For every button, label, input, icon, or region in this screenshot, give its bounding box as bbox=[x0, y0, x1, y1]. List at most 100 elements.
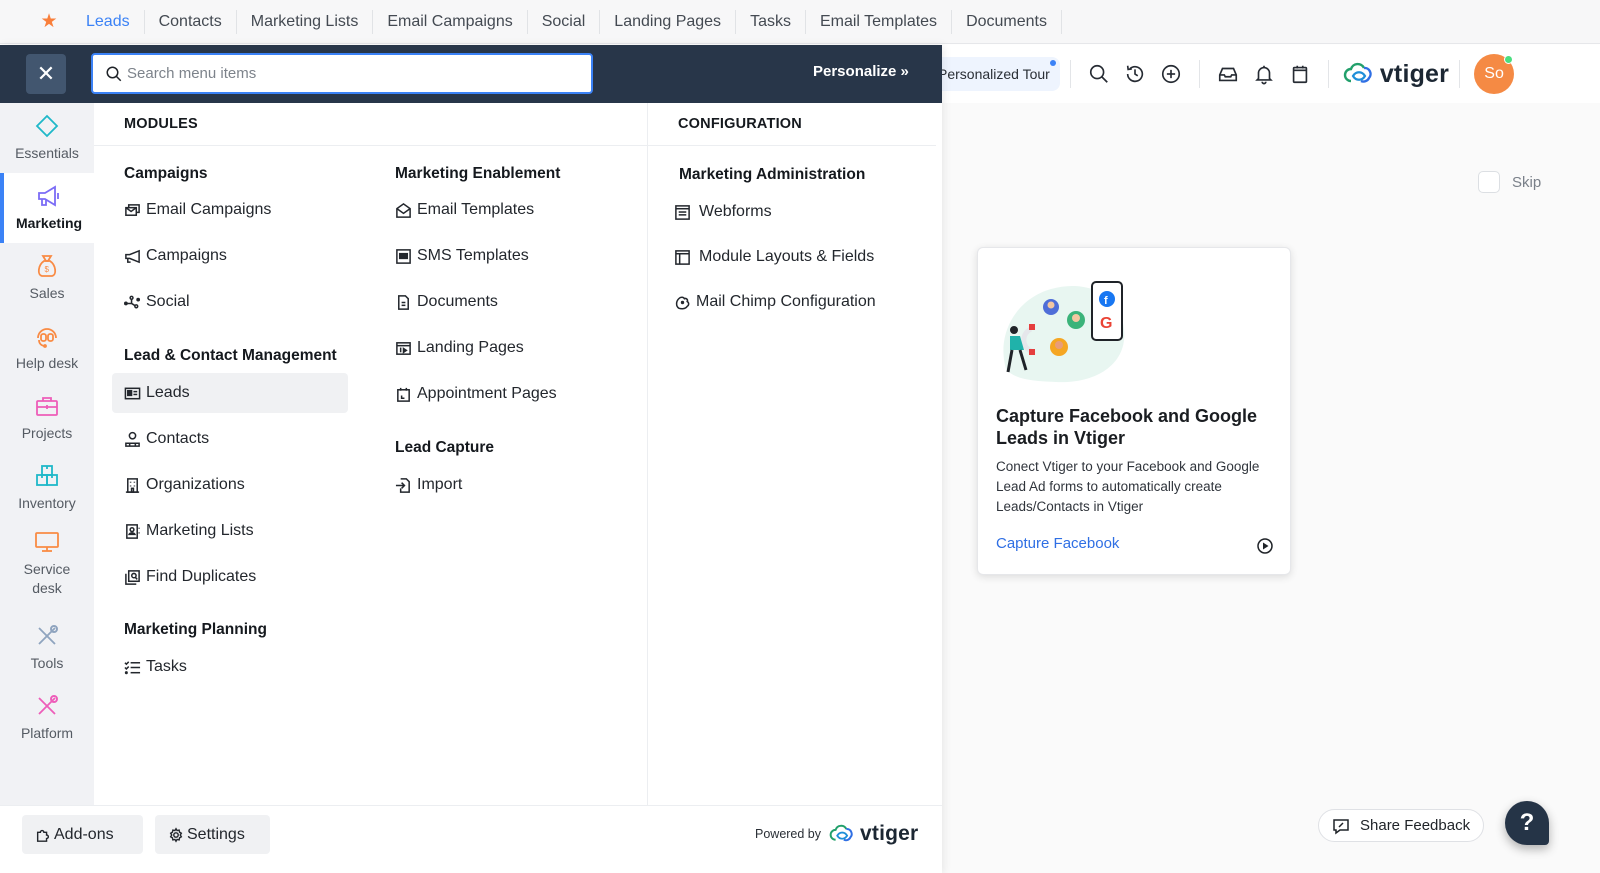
group-title-marketing-administration: Marketing Administration bbox=[679, 166, 866, 183]
menu-item-webforms[interactable]: Webforms bbox=[674, 192, 772, 232]
powered-by: Powered by vtiger bbox=[755, 822, 918, 846]
mailchimp-icon bbox=[675, 296, 690, 309]
configuration-header-divider bbox=[648, 145, 936, 146]
svg-text:f: f bbox=[1104, 295, 1108, 307]
menu-item-campaigns[interactable]: Campaigns bbox=[124, 236, 227, 276]
menu-item-appointment-pages[interactable]: Appointment Pages bbox=[395, 374, 557, 414]
bell-icon[interactable] bbox=[1251, 61, 1277, 87]
menu-item-marketing-lists[interactable]: Marketing Lists bbox=[124, 511, 254, 551]
tab-tasks[interactable]: Tasks bbox=[736, 9, 806, 34]
tab-social[interactable]: Social bbox=[528, 9, 601, 34]
menu-item-sms-templates[interactable]: SMS Templates bbox=[395, 236, 529, 276]
history-icon[interactable] bbox=[1122, 61, 1148, 87]
close-menu-button[interactable]: ✕ bbox=[26, 54, 66, 94]
share-feedback-button[interactable]: Share Feedback bbox=[1318, 809, 1484, 842]
rail-item-projects[interactable]: Projects bbox=[0, 383, 94, 453]
tab-email-campaigns[interactable]: Email Campaigns bbox=[373, 9, 528, 34]
diamond-icon bbox=[35, 114, 59, 138]
menu-item-module-layouts[interactable]: Module Layouts & Fields bbox=[674, 237, 874, 277]
user-avatar[interactable]: So bbox=[1474, 54, 1515, 94]
addons-button[interactable]: Add-ons bbox=[22, 815, 143, 854]
menu-item-label: Documents bbox=[417, 293, 498, 310]
boxes-icon bbox=[36, 465, 58, 486]
menu-item-label: Module Layouts & Fields bbox=[699, 248, 875, 265]
personalized-tour-button[interactable]: Personalized Tour bbox=[938, 57, 1060, 91]
menu-item-leads[interactable]: Leads bbox=[112, 373, 348, 413]
skip-checkbox[interactable] bbox=[1478, 171, 1500, 193]
landing-page-icon bbox=[396, 341, 411, 355]
settings-button[interactable]: Settings bbox=[155, 815, 270, 854]
menu-item-email-templates[interactable]: Email Templates bbox=[395, 190, 534, 230]
app-menu-panel: ✕ Personalize » Essentials Marketing $ S… bbox=[0, 45, 942, 873]
menu-item-label: Leads bbox=[146, 384, 190, 401]
menu-item-label: Email Templates bbox=[417, 201, 535, 218]
task-list-icon bbox=[124, 660, 141, 674]
menu-item-organizations[interactable]: Organizations bbox=[124, 465, 245, 505]
building-icon bbox=[125, 477, 140, 493]
rail-label: Marketing bbox=[15, 215, 83, 231]
powered-by-label: Powered by bbox=[755, 827, 822, 841]
menu-item-landing-pages[interactable]: Landing Pages bbox=[395, 328, 524, 368]
tab-email-templates[interactable]: Email Templates bbox=[806, 9, 953, 34]
rail-item-platform[interactable]: Platform bbox=[0, 683, 94, 753]
rail-item-essentials[interactable]: Essentials bbox=[0, 103, 94, 173]
settings-label: Settings bbox=[187, 825, 245, 843]
addons-label: Add-ons bbox=[54, 825, 114, 843]
menu-item-label: Landing Pages bbox=[417, 339, 524, 356]
rail-item-marketing[interactable]: Marketing bbox=[0, 173, 94, 243]
platform-tools-icon bbox=[38, 695, 58, 715]
help-button[interactable]: ? bbox=[1505, 801, 1549, 845]
menu-search-input[interactable] bbox=[127, 65, 567, 82]
capture-facebook-link[interactable]: Capture Facebook bbox=[996, 535, 1119, 552]
vtiger-cloud-icon bbox=[1343, 62, 1372, 83]
tour-label: Personalized Tour bbox=[938, 66, 1050, 82]
menu-item-mailchimp-configuration[interactable]: Mail Chimp Configuration bbox=[674, 282, 876, 322]
menu-item-documents[interactable]: Documents bbox=[395, 282, 498, 322]
sms-template-icon bbox=[396, 248, 411, 264]
tab-documents[interactable]: Documents bbox=[952, 9, 1062, 34]
search-icon[interactable] bbox=[1086, 61, 1112, 87]
rail-item-tools[interactable]: Tools bbox=[0, 613, 94, 683]
svg-text:$: $ bbox=[45, 265, 50, 274]
menu-search-box[interactable] bbox=[91, 53, 593, 94]
play-video-icon[interactable] bbox=[1256, 537, 1274, 555]
vtiger-logo[interactable]: vtiger bbox=[1343, 60, 1449, 89]
rail-label: Platform bbox=[20, 725, 74, 741]
tab-contacts[interactable]: Contacts bbox=[145, 9, 237, 34]
configuration-header: CONFIGURATION bbox=[678, 116, 802, 132]
briefcase-icon bbox=[36, 397, 58, 416]
add-icon[interactable] bbox=[1158, 61, 1184, 87]
inbox-icon[interactable] bbox=[1215, 61, 1241, 87]
menu-item-contacts[interactable]: Contacts bbox=[124, 419, 209, 459]
star-icon[interactable]: ★ bbox=[36, 10, 62, 33]
monitor-icon bbox=[35, 531, 59, 552]
tab-leads[interactable]: Leads bbox=[72, 9, 145, 34]
rail-label: Projects bbox=[21, 425, 73, 441]
menu-item-social[interactable]: Social bbox=[124, 282, 190, 322]
tab-marketing-lists[interactable]: Marketing Lists bbox=[237, 9, 374, 34]
menu-item-label: Find Duplicates bbox=[146, 568, 257, 585]
rail-item-help-desk[interactable]: Help desk bbox=[0, 313, 94, 383]
rail-label: Sales bbox=[29, 285, 65, 301]
menu-item-email-campaigns[interactable]: Email Campaigns bbox=[124, 190, 271, 230]
modules-header-divider bbox=[94, 145, 647, 146]
webform-icon bbox=[675, 204, 690, 220]
skip-checkbox-row[interactable]: Skip bbox=[1478, 171, 1541, 193]
header-divider bbox=[1327, 60, 1329, 88]
calendar-icon[interactable] bbox=[1287, 61, 1313, 87]
rail-item-sales[interactable]: $ Sales bbox=[0, 243, 94, 313]
tour-notification-dot bbox=[1049, 60, 1056, 66]
tab-landing-pages[interactable]: Landing Pages bbox=[600, 9, 737, 34]
personalize-button[interactable]: Personalize » bbox=[813, 63, 909, 80]
group-title-lead-capture: Lead Capture bbox=[395, 439, 495, 456]
menu-item-tasks[interactable]: Tasks bbox=[124, 647, 187, 687]
rail-item-inventory[interactable]: Inventory bbox=[0, 453, 94, 523]
menu-item-label: Appointment Pages bbox=[417, 385, 557, 402]
megaphone-icon bbox=[125, 249, 140, 263]
gear-icon bbox=[169, 826, 183, 843]
menu-item-find-duplicates[interactable]: Find Duplicates bbox=[124, 557, 256, 597]
group-title-marketing-enablement: Marketing Enablement bbox=[395, 165, 561, 182]
rail-item-service-desk[interactable]: Service desk bbox=[0, 523, 94, 603]
money-bag-icon: $ bbox=[37, 255, 57, 277]
menu-item-import[interactable]: Import bbox=[395, 465, 462, 505]
